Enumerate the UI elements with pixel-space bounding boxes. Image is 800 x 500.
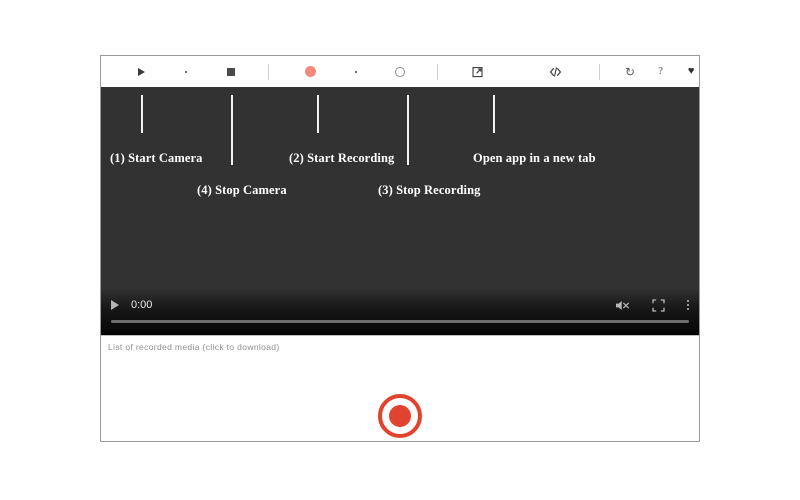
heart-icon: ♥ [687, 65, 695, 77]
open-in-new-tab-button[interactable] [470, 56, 486, 87]
annotation-tick-open-new-tab [493, 95, 495, 133]
mute-icon[interactable] [615, 299, 630, 312]
stop-camera-button[interactable] [223, 56, 239, 87]
favorite-button[interactable]: ♥ [683, 56, 699, 87]
video-control-bar: 0:00 [101, 288, 699, 335]
toolbar-separator-1 [267, 63, 269, 80]
play-icon [138, 67, 146, 76]
question-mark-icon: ? [658, 65, 664, 77]
video-play-button[interactable] [111, 300, 119, 310]
dot-icon [354, 70, 357, 73]
pause-camera-button[interactable] [179, 56, 195, 87]
video-current-time: 0:00 [131, 299, 153, 311]
toolbar-separator-3 [599, 63, 601, 80]
video-stage: (1) Start Camera (4) Stop Camera (2) Sta… [101, 87, 699, 335]
annotation-tick-stop-camera [231, 95, 233, 165]
record-dot-icon [304, 66, 316, 77]
recorded-media-panel: List of recorded media (click to downloa… [101, 335, 699, 441]
external-link-icon [472, 66, 484, 78]
annotation-start-recording: (2) Start Recording [289, 151, 395, 165]
annotation-tick-start-recording [317, 95, 319, 133]
start-camera-button[interactable] [134, 56, 150, 87]
annotation-stop-recording: (3) Stop Recording [378, 183, 481, 197]
square-stop-icon [226, 67, 235, 76]
record-button[interactable] [378, 394, 422, 438]
reload-button[interactable]: ↻ [622, 56, 638, 87]
dot-icon [185, 70, 188, 73]
kebab-menu-icon[interactable] [687, 300, 689, 310]
pause-recording-button[interactable] [348, 56, 364, 87]
annotation-stop-camera: (4) Stop Camera [197, 183, 287, 197]
annotation-open-new-tab: Open app in a new tab [473, 151, 596, 165]
video-progress-bar[interactable] [111, 320, 689, 323]
annotation-tick-start-camera [141, 95, 143, 133]
fullscreen-icon[interactable] [652, 298, 665, 312]
app-window-frame: ↻ ? ♥ (1) Start Camera (4) Stop Camera (… [100, 55, 700, 442]
screenshot-root: ↻ ? ♥ (1) Start Camera (4) Stop Camera (… [0, 0, 800, 500]
code-icon [549, 66, 562, 78]
circle-outline-icon [395, 66, 406, 77]
record-dot-icon [389, 405, 411, 427]
refresh-icon: ↻ [625, 64, 636, 79]
annotation-start-camera: (1) Start Camera [110, 151, 203, 165]
annotation-tick-stop-recording [407, 95, 409, 165]
toolbar-separator-2 [437, 63, 439, 80]
stop-recording-button[interactable] [393, 56, 409, 87]
start-recording-button[interactable] [303, 56, 319, 87]
view-source-button[interactable] [548, 56, 564, 87]
toolbar: ↻ ? ♥ [101, 56, 699, 87]
recorded-media-label: List of recorded media (click to downloa… [108, 342, 280, 352]
help-button[interactable]: ? [653, 56, 669, 87]
